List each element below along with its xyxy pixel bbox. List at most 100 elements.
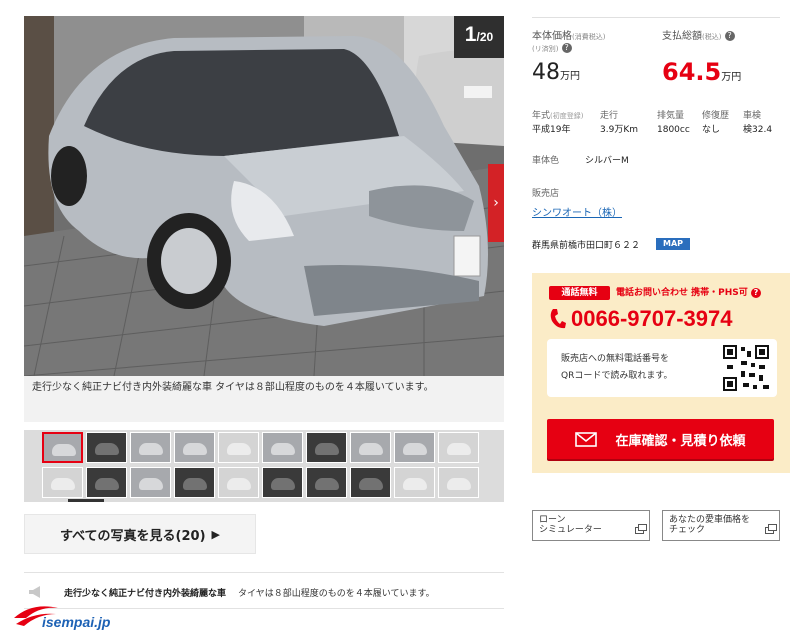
total-price-label-text: 支払総額	[662, 31, 702, 42]
body-price-note: (消費税込)	[572, 33, 606, 41]
help-icon[interactable]: ?	[750, 287, 761, 298]
comment-title: 走行少なく純正ナビ付き内外装綺麗な車	[64, 588, 227, 599]
phone-number[interactable]: 0066-9707-3974	[549, 306, 732, 332]
external-window-icon	[635, 524, 647, 534]
dealer-address: 群馬県前橋市田口町６２２	[532, 241, 641, 251]
spec-value: 検32.4	[743, 125, 773, 135]
inquiry-button[interactable]: 在庫確認・見積り依頼	[547, 419, 774, 459]
spec-year: 年式(初度登録) 平成19年	[532, 110, 583, 136]
thumbnail-19[interactable]	[394, 467, 435, 498]
megaphone-icon	[29, 586, 40, 598]
qr-info-text: 販売店への無料電話番号を QRコードで読み取れます。	[561, 351, 672, 385]
thumbnail-16[interactable]	[262, 467, 303, 498]
thumbnail-3[interactable]	[130, 432, 171, 463]
body-price-sub: (リ済別)	[532, 45, 559, 53]
spec-value: 3.9万Km	[600, 125, 638, 135]
price-unit: 万円	[560, 71, 580, 82]
body-color-key: 車体色	[532, 156, 560, 166]
site-logo: isempai.jp	[12, 600, 132, 635]
thumbnail-17[interactable]	[306, 467, 347, 498]
help-icon[interactable]: ?	[561, 43, 572, 53]
thumbnail-20[interactable]	[438, 467, 479, 498]
thumbnail-scroll-indicator	[68, 499, 104, 502]
price-unit: 万円	[721, 72, 742, 83]
loan-simulator-button[interactable]: ローン シミュレーター	[532, 510, 650, 541]
spec-key: 車検	[743, 111, 762, 121]
phone-inquiry-text: 電話お問い合わせ 携帯・PHS可	[616, 288, 748, 298]
help-icon[interactable]: ?	[724, 31, 735, 41]
thumbnail-9[interactable]	[394, 432, 435, 463]
main-car-photo[interactable]: 1/20 ›	[24, 16, 504, 376]
spec-key: 年式	[532, 111, 551, 121]
thumbnail-10[interactable]	[438, 432, 479, 463]
total-price-label: 支払総額(税込) ?	[662, 31, 735, 43]
dealer-name-link[interactable]: シンワオート（株）	[532, 204, 622, 219]
comment-text: タイヤは８部山程度のものを４本履いています。	[238, 588, 435, 599]
counter-total: 20	[479, 30, 494, 44]
next-photo-button[interactable]: ›	[488, 164, 504, 242]
spec-inspection: 車検 検32.4	[743, 110, 772, 136]
loan-line-2: シミュレーター	[539, 525, 602, 535]
body-price-label: 本体価格(消費税込) (リ済別) ?	[532, 31, 605, 55]
spec-value: なし	[702, 125, 721, 135]
dealer-label: 販売店	[532, 189, 560, 199]
chevron-right-icon: ›	[493, 195, 499, 211]
appraise-line-1: あなたの愛車価格を	[669, 515, 751, 525]
thumbnail-strip	[24, 430, 504, 502]
total-price-note: (税込)	[702, 33, 722, 41]
external-window-icon	[765, 524, 777, 534]
spec-key: 排気量	[657, 111, 685, 121]
thumbnail-6[interactable]	[262, 432, 303, 463]
thumbnail-8[interactable]	[350, 432, 391, 463]
body-price: 48万円	[532, 60, 580, 85]
thumbnail-7[interactable]	[306, 432, 347, 463]
contact-panel: 通話無料 電話お問い合わせ 携帯・PHS可 ? 0066-9707-3974 販…	[532, 273, 790, 473]
photo-counter: 1/20	[454, 16, 504, 58]
qr-info-box: 販売店への無料電話番号を QRコードで読み取れます。	[547, 339, 777, 397]
map-button[interactable]: MAP	[656, 238, 690, 250]
photo-caption: 走行少なく純正ナビ付き内外装綺麗な車 タイヤは８部山程度のものを４本履いています…	[24, 376, 504, 422]
body-color-value: シルバーM	[585, 156, 629, 166]
phone-icon	[550, 309, 566, 329]
thumbnail-18[interactable]	[350, 467, 391, 498]
thumbnail-1[interactable]	[42, 432, 83, 463]
dealer-comment: 走行少なく純正ナビ付き内外装綺麗な車 タイヤは８部山程度のものを４本履いています…	[28, 582, 504, 602]
total-price: 64.5万円	[662, 58, 741, 86]
body-price-label-text: 本体価格	[532, 31, 572, 42]
spec-value: 1800cc	[657, 125, 690, 135]
inquiry-button-label: 在庫確認・見積り依頼	[615, 433, 746, 449]
mail-icon	[575, 431, 598, 447]
total-price-value: 64.5	[662, 58, 722, 86]
thumbnail-13[interactable]	[130, 467, 171, 498]
car-appraisal-button[interactable]: あなたの愛車価格を チェック	[662, 510, 780, 541]
divider	[24, 572, 504, 573]
counter-current: 1	[464, 23, 477, 46]
car-photo-image	[24, 16, 504, 376]
thumbnail-14[interactable]	[174, 467, 215, 498]
spec-value: 平成19年	[532, 125, 571, 135]
view-all-photos-label: すべての写真を見る(20)	[59, 528, 206, 544]
thumbnail-12[interactable]	[86, 467, 127, 498]
qr-code-icon	[721, 343, 771, 393]
loan-line-1: ローン	[539, 515, 566, 525]
spec-displacement: 排気量 1800cc	[657, 110, 690, 136]
phone-inquiry-note: 電話お問い合わせ 携帯・PHS可 ?	[616, 286, 761, 300]
body-price-value: 48	[532, 60, 560, 85]
spec-mileage: 走行 3.9万Km	[600, 110, 638, 136]
thumbnail-11[interactable]	[42, 467, 83, 498]
appraise-line-2: チェック	[669, 525, 706, 535]
spec-key-note: (初度登録)	[550, 112, 584, 120]
thumbnail-4[interactable]	[174, 432, 215, 463]
spec-key: 走行	[600, 111, 619, 121]
thumbnail-grid	[42, 432, 486, 498]
qr-line-1: 販売店への無料電話番号を	[561, 354, 670, 364]
thumbnail-5[interactable]	[218, 432, 259, 463]
spec-key: 修復歴	[702, 111, 730, 121]
qr-line-2: QRコードで読み取れます。	[561, 371, 673, 381]
body-color: 車体色 シルバーM	[532, 153, 629, 166]
thumbnail-15[interactable]	[218, 467, 259, 498]
view-all-photos-button[interactable]: すべての写真を見る(20) ▶	[24, 514, 256, 554]
thumbnail-2[interactable]	[86, 432, 127, 463]
divider	[532, 17, 780, 18]
toll-free-badge: 通話無料	[549, 286, 610, 300]
